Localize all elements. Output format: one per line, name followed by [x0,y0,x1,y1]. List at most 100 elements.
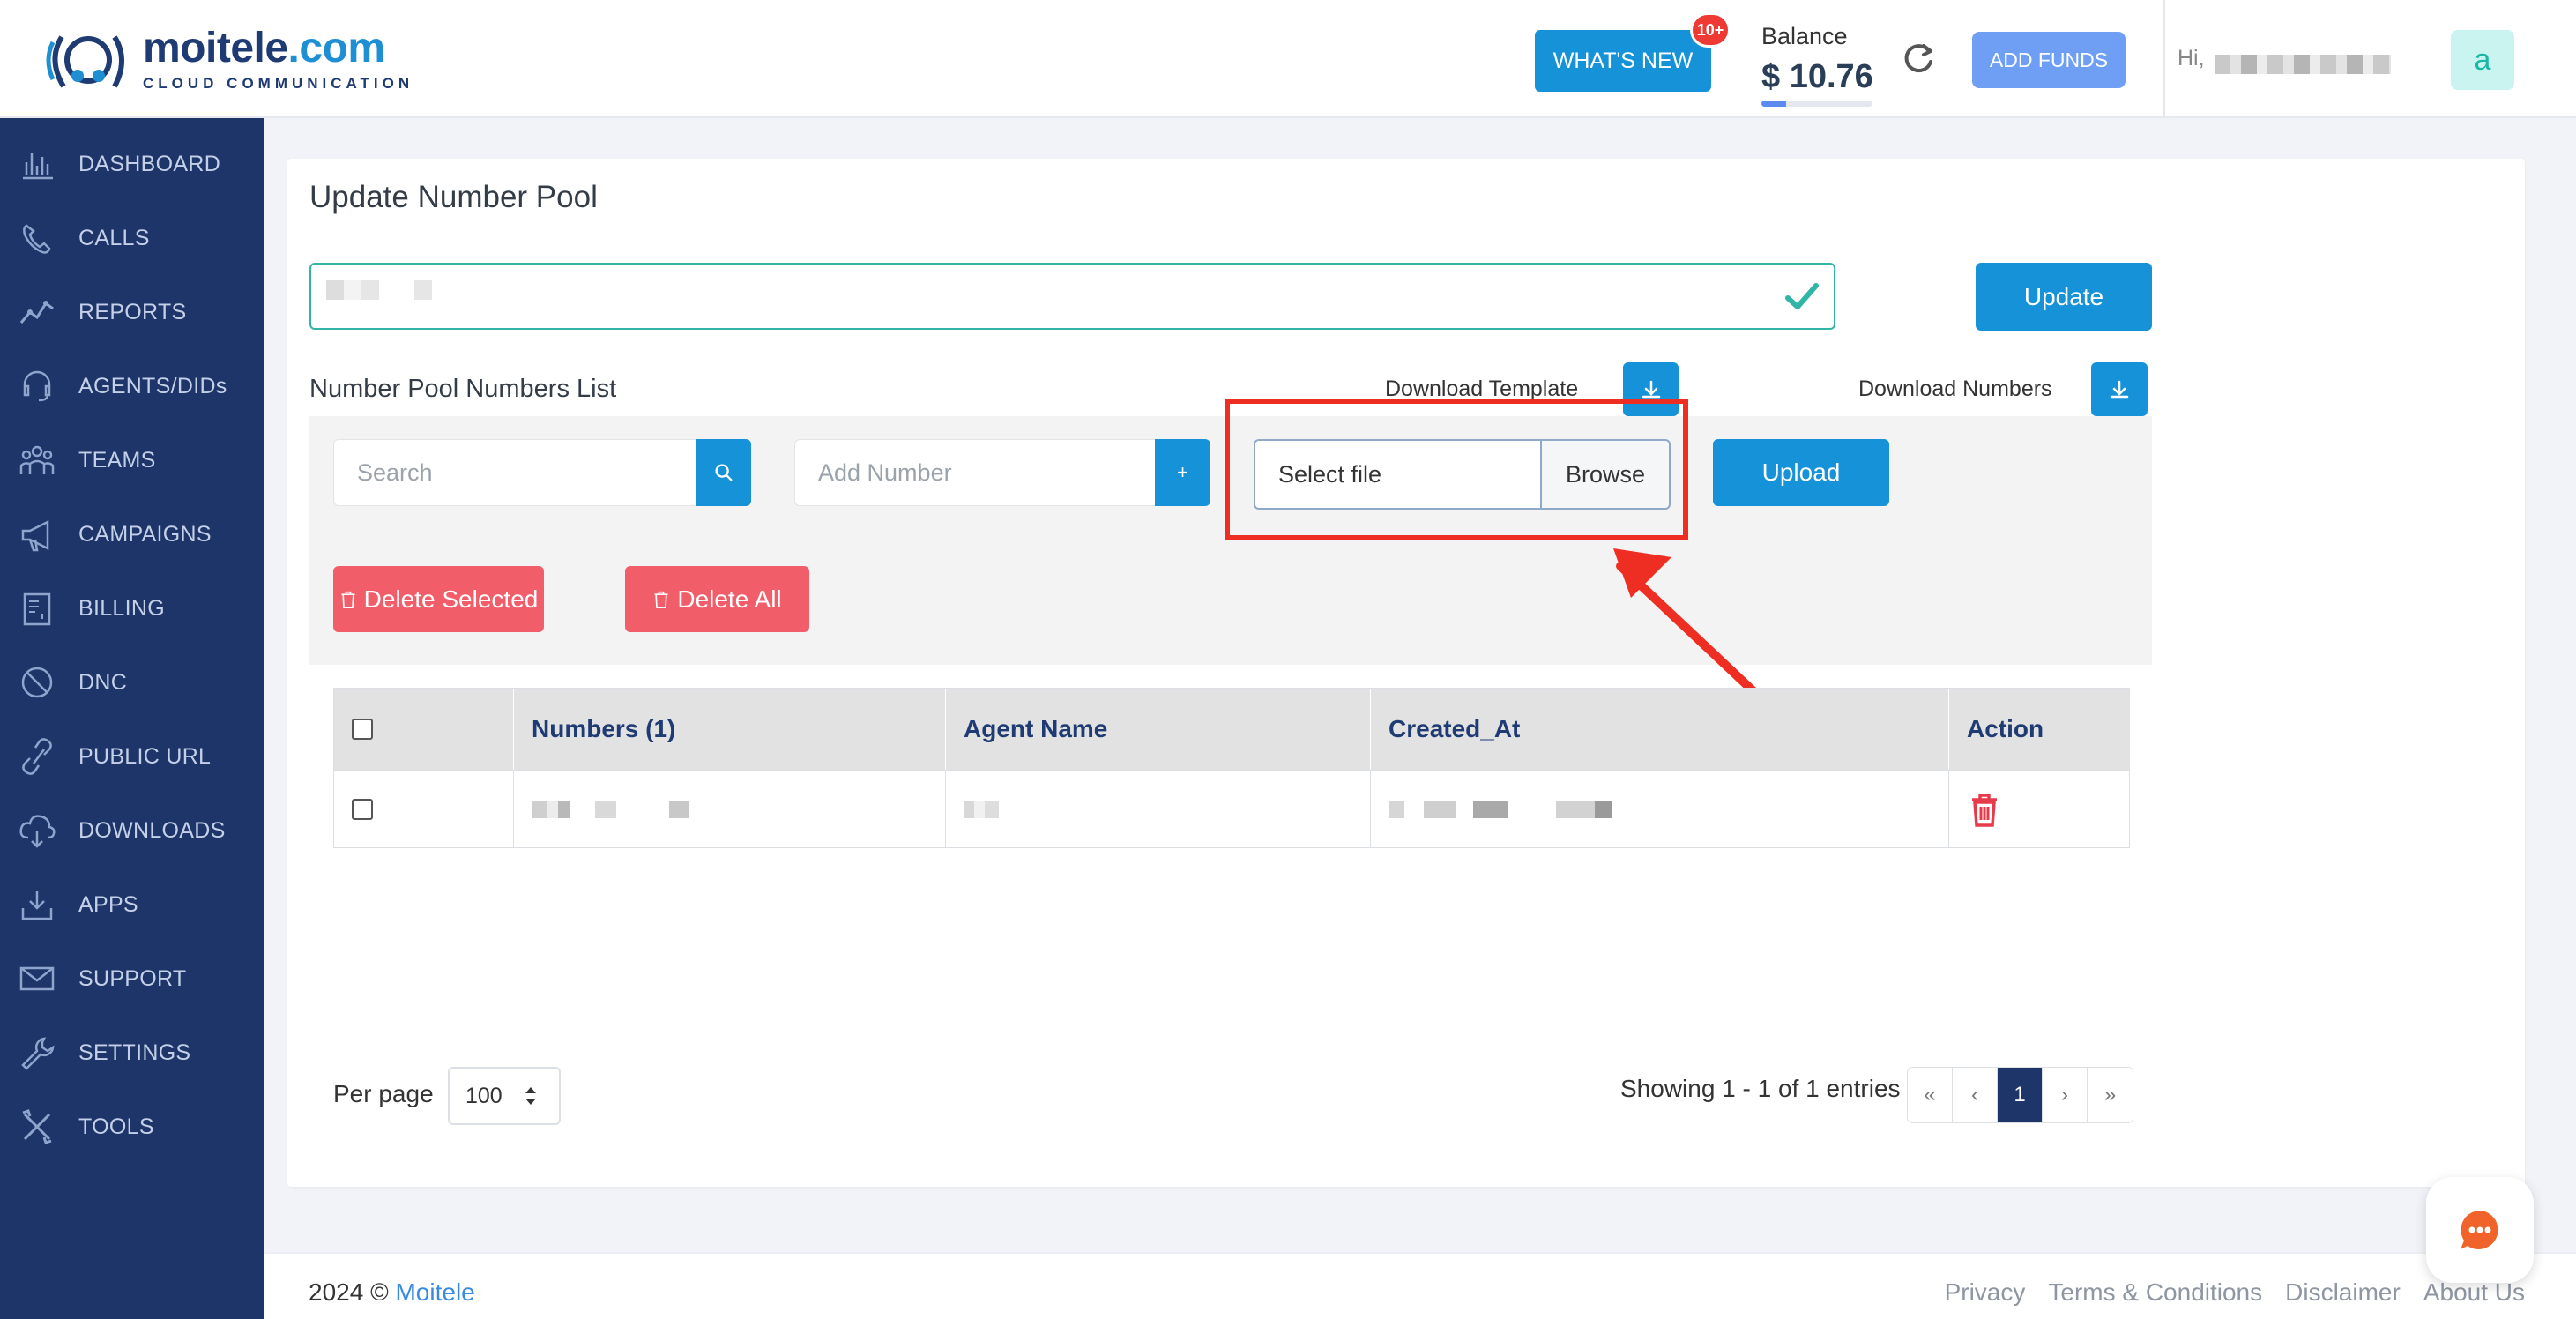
sidebar: DASHBOARD CALLS REPORTS AGENTS/DIDs TEAMS CAM… [0,118,264,1319]
pool-name-input[interactable] [309,263,1835,330]
delete-selected-button[interactable]: Delete Selected [333,566,544,632]
refresh-icon[interactable] [1899,39,1938,78]
footer-link[interactable]: Privacy [1945,1278,2026,1307]
table-header-action: Action [1949,689,2129,770]
sidebar-item-label: TEAMS [78,447,156,473]
cloud-download-icon [16,809,58,852]
invoice-icon [16,587,58,630]
sidebar-item-calls[interactable]: CALLS [0,201,264,275]
user-greeting: Hi, [2178,46,2205,71]
delete-row-icon[interactable] [1967,790,2002,829]
user-name-redacted [2215,55,2391,74]
sidebar-item-dashboard[interactable]: DASHBOARD [0,127,264,201]
whats-new-button[interactable]: WHAT'S NEW [1535,30,1711,92]
delete-all-button[interactable]: Delete All [625,566,809,632]
select-all-checkbox[interactable] [352,719,373,740]
footer-brand-link[interactable]: Moitele [395,1278,474,1306]
sidebar-item-label: BILLING [78,595,165,621]
table-header-select [334,689,514,770]
footer-link[interactable]: Disclaimer [2285,1278,2401,1307]
team-icon [16,439,58,481]
sidebar-item-billing[interactable]: BILLING [0,571,264,645]
page-button[interactable]: ‹ [1953,1068,1998,1122]
sidebar-item-public-url[interactable]: PUBLIC URL [0,719,264,794]
download-tray-icon [16,883,58,926]
sidebar-item-label: DNC [78,669,128,695]
numbers-table: Numbers (1) Agent Name Created_At Action [333,688,2130,848]
row-checkbox[interactable] [352,799,373,820]
sidebar-item-agents-dids[interactable]: AGENTS/DIDs [0,349,264,423]
logo[interactable]: moitele.com CLOUD COMMUNICATION [41,25,413,95]
chat-launcher[interactable] [2426,1177,2534,1283]
sidebar-item-teams[interactable]: TEAMS [0,423,264,497]
table-cell-action [1949,770,2129,848]
avatar[interactable]: a [2451,30,2514,90]
sidebar-item-label: CALLS [78,225,150,250]
copyright: 2024 © Moitele [309,1278,475,1306]
headset-icon [16,365,58,407]
per-page-select[interactable]: 100 [448,1067,561,1125]
table-header-agent-name[interactable]: Agent Name [946,689,1371,770]
sidebar-item-dnc[interactable]: DNC [0,645,264,719]
select-arrows-icon [525,1087,536,1105]
pagination: «‹ 1 ›» [1907,1067,2133,1123]
trash-icon [341,591,355,608]
search-button[interactable] [696,439,751,506]
upload-button[interactable]: Upload [1713,439,1889,506]
numbers-list-title: Number Pool Numbers List [309,375,617,403]
download-numbers-label: Download Numbers [1858,376,2052,401]
sidebar-item-campaigns[interactable]: CAMPAIGNS [0,497,264,571]
page-button[interactable]: › [2043,1068,2088,1122]
sidebar-item-reports[interactable]: REPORTS [0,275,264,349]
search-input[interactable]: Search [333,439,696,506]
sidebar-item-label: SETTINGS [78,1040,191,1065]
annotation-arrow-icon [1613,548,1759,697]
update-button[interactable]: Update [1976,263,2152,331]
link-icon [16,735,58,778]
number-redacted [532,801,689,818]
page-button[interactable]: » [2088,1068,2133,1122]
annotation-highlight-box [1225,399,1688,540]
sidebar-item-label: AGENTS/DIDs [78,373,227,399]
table-cell-agent [946,770,1371,848]
add-funds-button[interactable]: ADD FUNDS [1972,32,2126,88]
table-row [334,770,514,848]
phone-icon [16,217,58,259]
sidebar-item-tools[interactable]: TOOLS [0,1090,264,1164]
sidebar-item-label: SUPPORT [78,965,187,991]
sidebar-item-label: REPORTS [78,299,187,324]
sidebar-item-settings[interactable]: SETTINGS [0,1016,264,1090]
page-button[interactable]: « [1908,1068,1953,1122]
add-number-input[interactable]: Add Number [794,439,1156,506]
tools-icon [16,1106,58,1148]
balance-value: $ 10.76 [1761,58,1873,95]
wrench-icon [16,1032,58,1074]
logo-wordmark: moitele.com [143,25,385,71]
sidebar-item-label: CAMPAIGNS [78,521,212,547]
table-cell-number [514,770,946,848]
download-numbers-button[interactable] [2091,362,2148,416]
logo-tagline: CLOUD COMMUNICATION [143,75,414,92]
table-cell-created [1371,770,1949,848]
pool-name-redacted [326,280,432,300]
footer-link[interactable]: Terms & Conditions [2048,1278,2262,1307]
add-number-button[interactable]: + [1155,439,1210,506]
sidebar-item-downloads[interactable]: DOWNLOADS [0,794,264,868]
balance-progress [1761,101,1872,107]
sidebar-item-label: DOWNLOADS [78,817,226,843]
top-header: moitele.com CLOUD COMMUNICATION WHAT'S N… [0,0,2576,118]
chat-icon [2461,1211,2498,1249]
agent-redacted [964,801,999,818]
download-icon [2110,380,2129,398]
table-header-created-at[interactable]: Created_At [1371,689,1949,770]
table-header-numbers[interactable]: Numbers (1) [514,689,946,770]
whats-new-badge: 10+ [1690,12,1731,48]
chart-icon [16,291,58,333]
footer-links: Privacy Terms & Conditions Disclaimer About… [1945,1278,2525,1307]
search-icon [714,464,733,481]
sidebar-item-support[interactable]: SUPPORT [0,942,264,1016]
entries-summary: Showing 1 - 1 of 1 entries [1620,1075,1901,1102]
header-divider [2163,0,2165,118]
page-button[interactable]: 1 [1998,1068,2043,1122]
sidebar-item-apps[interactable]: APPS [0,868,264,942]
